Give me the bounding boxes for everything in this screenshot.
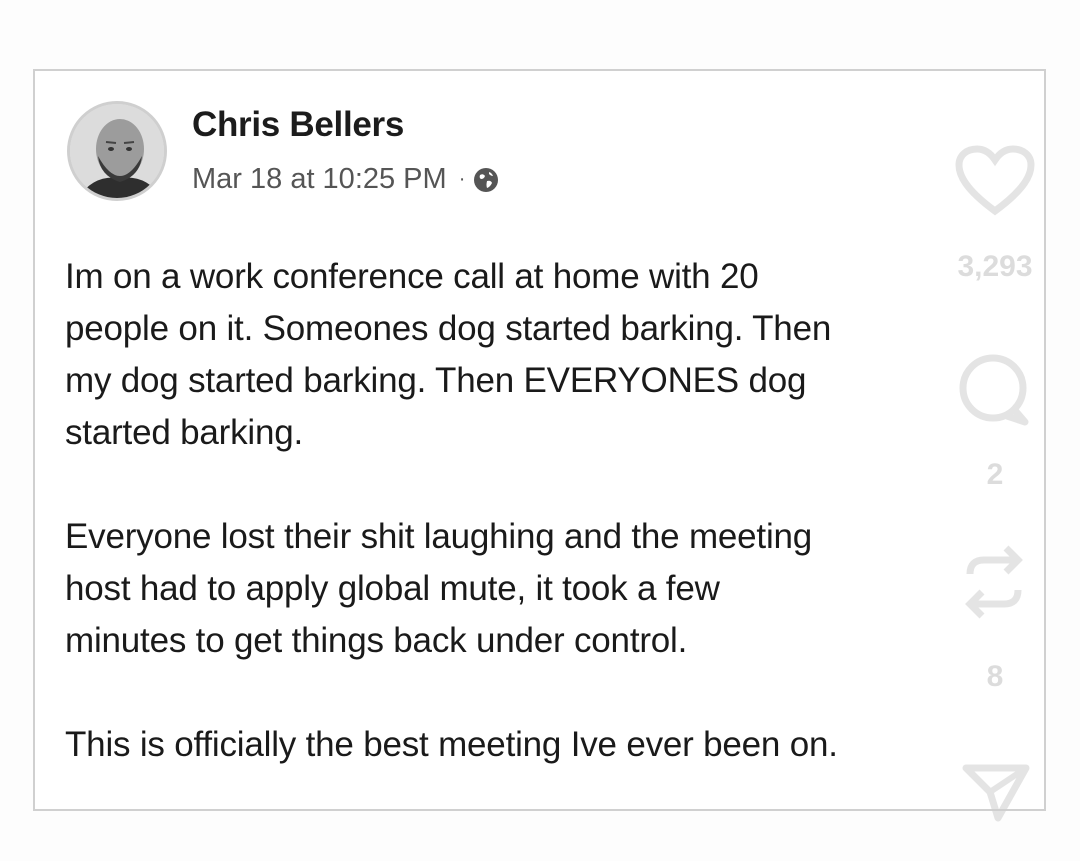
post-body: Im on a work conference call at home wit…	[65, 251, 1025, 771]
avatar-photo	[70, 104, 164, 198]
post-paragraph-2: Everyone lost their shit laughing and th…	[65, 517, 813, 660]
facebook-post-card: Chris Bellers Mar 18 at 10:25 PM · Im on…	[33, 69, 1046, 811]
heart-icon[interactable]	[955, 145, 1035, 222]
like-count: 3,293	[957, 250, 1033, 283]
post-paragraph-1: Im on a work conference call at home wit…	[65, 257, 832, 452]
overlay-actions: 3,293 2 8	[930, 140, 1060, 840]
globe-icon	[473, 167, 499, 193]
repost-count: 8	[986, 660, 1004, 693]
repost-icon[interactable]	[958, 540, 1030, 629]
meta-separator: ·	[458, 168, 466, 190]
screenshot-page: Chris Bellers Mar 18 at 10:25 PM · Im on…	[0, 0, 1080, 861]
avatar[interactable]	[67, 101, 167, 201]
post-paragraph-3: This is officially the best meeting Ive …	[65, 725, 838, 764]
comment-icon[interactable]	[955, 350, 1035, 435]
post-timestamp[interactable]: Mar 18 at 10:25 PM	[192, 163, 447, 196]
post-meta: Mar 18 at 10:25 PM ·	[192, 163, 499, 196]
author-name[interactable]: Chris Bellers	[192, 105, 404, 145]
comment-count: 2	[986, 458, 1004, 491]
send-icon[interactable]	[960, 762, 1032, 827]
